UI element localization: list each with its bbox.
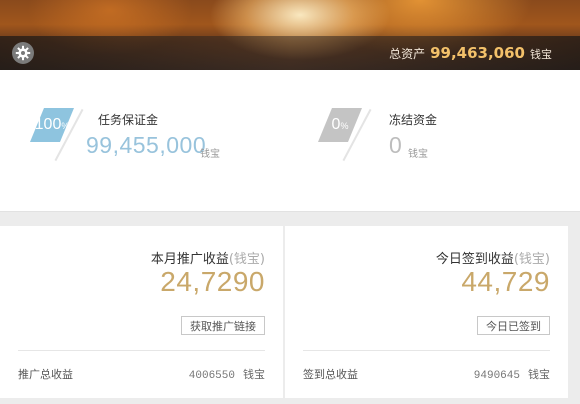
promotion-total-value: 4006550 bbox=[188, 370, 235, 382]
promotion-total-unit: 钱宝 bbox=[243, 368, 265, 381]
signin-card: 今日签到收益(钱宝) 44,729 今日已签到 签到总收益 9490645 钱宝 bbox=[285, 226, 568, 398]
signin-total-value: 9490645 bbox=[473, 370, 520, 382]
signin-total-label: 签到总收益 bbox=[303, 368, 358, 381]
signin-total: 9490645 钱宝 bbox=[474, 366, 550, 382]
frozen-unit: 钱宝 bbox=[408, 149, 428, 160]
promotion-title-unit: (钱宝) bbox=[228, 252, 265, 267]
promotion-total: 4006550 钱宝 bbox=[189, 366, 265, 382]
deposit-label: 任务保证金 bbox=[98, 113, 159, 127]
signin-divider bbox=[303, 350, 550, 351]
total-assets-unit: 钱宝 bbox=[530, 48, 552, 61]
signin-title-text: 今日签到收益 bbox=[435, 252, 514, 267]
total-assets-label: 总资产 bbox=[389, 47, 426, 61]
deposit-value: 99,455,000 bbox=[86, 132, 207, 158]
promotion-title-text: 本月推广收益 bbox=[150, 252, 229, 267]
header-banner: 总资产 99,463,060 钱宝 bbox=[0, 0, 580, 70]
total-assets-value: 99,463,060 bbox=[430, 44, 525, 62]
get-promotion-link-button[interactable]: 获取推广链接 bbox=[181, 316, 265, 335]
balance-panel: 100% 任务保证金 99,455,000 钱宝 0% 冻结资金 0 钱宝 bbox=[0, 70, 580, 212]
deposit-unit: 钱宝 bbox=[200, 149, 220, 160]
deposit-percent: 100 bbox=[34, 116, 62, 133]
frozen-value: 0 bbox=[389, 132, 403, 158]
signin-title: 今日签到收益(钱宝) bbox=[436, 248, 550, 267]
total-assets: 总资产 99,463,060 钱宝 bbox=[389, 44, 552, 64]
signin-amount: 44,729 bbox=[461, 266, 550, 297]
gear-icon bbox=[15, 45, 31, 61]
promotion-title: 本月推广收益(钱宝) bbox=[151, 248, 265, 267]
deposit-percent-sign: % bbox=[61, 121, 70, 131]
settings-button[interactable] bbox=[12, 42, 34, 64]
promotion-total-label: 推广总收益 bbox=[18, 368, 73, 381]
promotion-amount: 24,7290 bbox=[160, 266, 265, 297]
promotion-card: 本月推广收益(钱宝) 24,7290 获取推广链接 推广总收益 4006550 钱… bbox=[0, 226, 283, 398]
frozen-percent-sign: % bbox=[340, 121, 349, 131]
signin-total-unit: 钱宝 bbox=[528, 368, 550, 381]
signed-in-today-button[interactable]: 今日已签到 bbox=[477, 316, 550, 335]
promotion-divider bbox=[18, 350, 265, 351]
signin-title-unit: (钱宝) bbox=[513, 252, 550, 267]
frozen-label: 冻结资金 bbox=[389, 113, 438, 127]
